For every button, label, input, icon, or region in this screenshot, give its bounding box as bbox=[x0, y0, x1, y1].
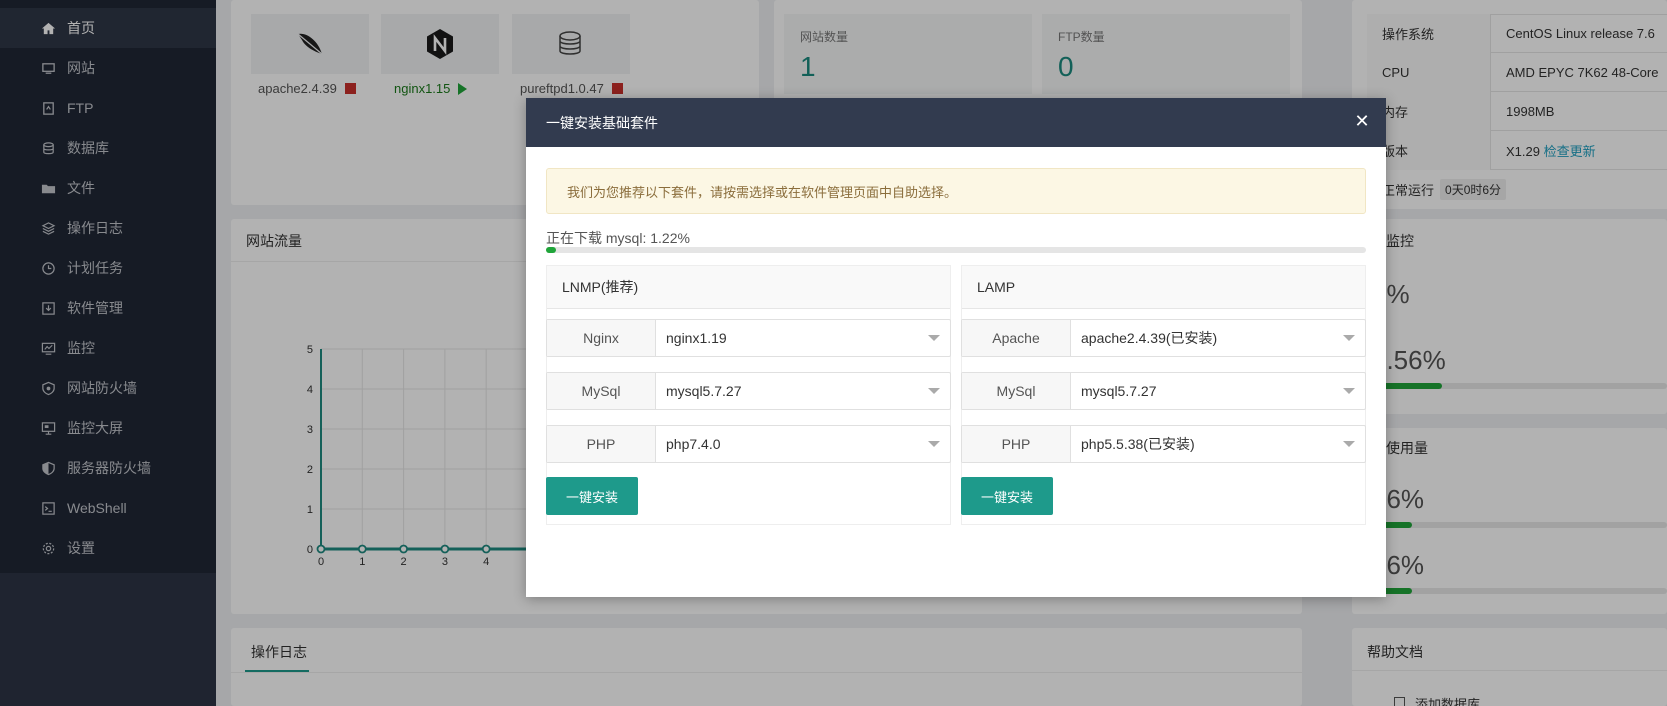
modal-header: 一键安装基础套件 ✕ bbox=[526, 98, 1386, 147]
close-icon[interactable]: ✕ bbox=[1352, 111, 1372, 131]
lamp-column: LAMP Apache apache2.4.39(已安装) MySql mysq… bbox=[961, 265, 1366, 525]
lamp-php-select[interactable]: PHP php5.5.38(已安装) bbox=[961, 425, 1366, 463]
chevron-down-icon bbox=[928, 388, 940, 394]
lnmp-nginx-select[interactable]: Nginx nginx1.19 bbox=[546, 319, 951, 357]
lamp-mysql-select[interactable]: MySql mysql5.7.27 bbox=[961, 372, 1366, 410]
chevron-down-icon bbox=[928, 335, 940, 341]
recommend-notice: 我们为您推荐以下套件，请按需选择或在软件管理页面中自助选择。 bbox=[546, 168, 1366, 214]
lamp-title: LAMP bbox=[962, 266, 1365, 309]
lnmp-php-select[interactable]: PHP php7.4.0 bbox=[546, 425, 951, 463]
chevron-down-icon bbox=[1343, 388, 1355, 394]
install-suite-modal: 一键安装基础套件 ✕ 我们为您推荐以下套件，请按需选择或在软件管理页面中自助选择… bbox=[526, 98, 1386, 597]
modal-title: 一键安装基础套件 bbox=[546, 114, 658, 131]
lnmp-mysql-select[interactable]: MySql mysql5.7.27 bbox=[546, 372, 951, 410]
chevron-down-icon bbox=[928, 441, 940, 447]
lnmp-column: LNMP(推荐) Nginx nginx1.19 MySql mysql5.7.… bbox=[546, 265, 951, 525]
chevron-down-icon bbox=[1343, 441, 1355, 447]
download-progress-bar bbox=[546, 247, 1366, 253]
lamp-install-button[interactable]: 一键安装 bbox=[961, 477, 1053, 515]
lnmp-install-button[interactable]: 一键安装 bbox=[546, 477, 638, 515]
lamp-apache-select[interactable]: Apache apache2.4.39(已安装) bbox=[961, 319, 1366, 357]
chevron-down-icon bbox=[1343, 335, 1355, 341]
download-status: 正在下载 mysql: 1.22% bbox=[546, 230, 690, 246]
lnmp-title: LNMP(推荐) bbox=[547, 266, 950, 309]
